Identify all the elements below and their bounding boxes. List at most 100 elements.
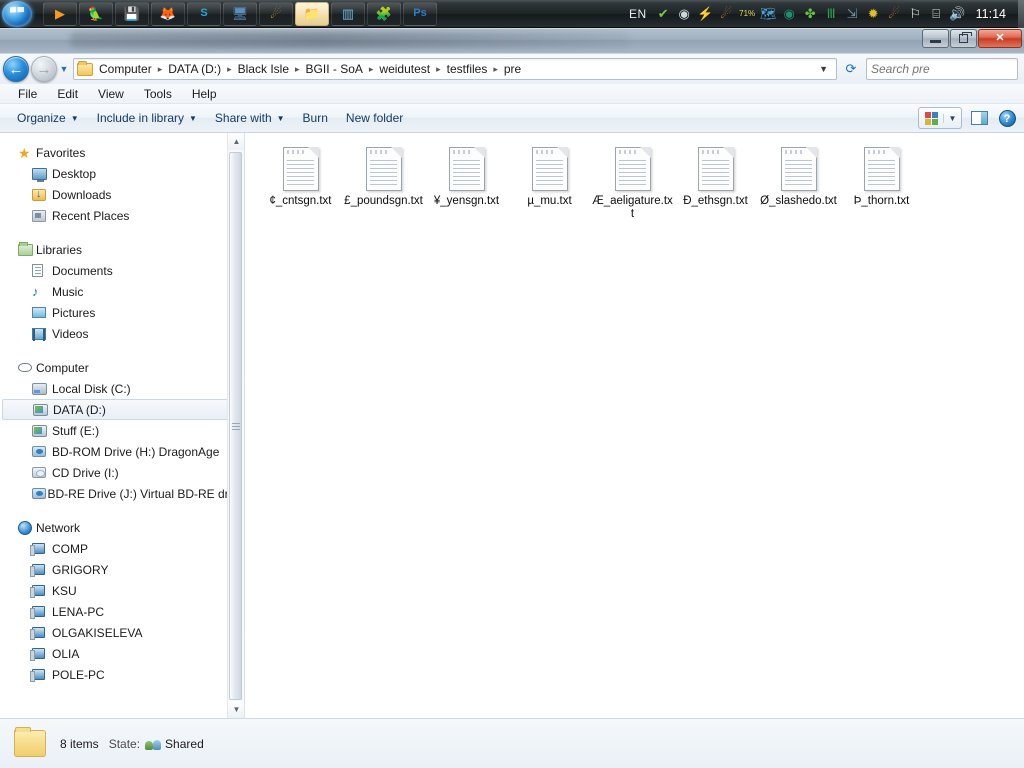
toolbar-new-folder-button[interactable]: New folder — [337, 107, 412, 129]
file-item[interactable]: Ð_ethsgn.txt — [674, 141, 757, 229]
sidebar-item-local-disk-c[interactable]: Local Disk (C:) — [0, 378, 244, 399]
refresh-button[interactable]: ⟳ — [840, 58, 862, 80]
sidebar-item-cd-drive-i[interactable]: CD Drive (I:) — [0, 462, 244, 483]
bee-tray-icon[interactable]: ✹ — [863, 2, 884, 26]
nav-header-favorites[interactable]: ★ Favorites — [0, 142, 244, 163]
close-button[interactable]: ✕ — [978, 29, 1022, 48]
scrollbar-thumb[interactable] — [229, 152, 242, 700]
sidebar-item-music[interactable]: ♪ Music — [0, 281, 244, 302]
restore-button[interactable] — [950, 29, 977, 48]
breadcrumb[interactable]: Computer ▸ DATA (D:) ▸ Black Isle ▸ BGII - SoA… — [73, 58, 837, 80]
address-dropdown-icon[interactable]: ▼ — [813, 64, 834, 74]
menu-edit[interactable]: Edit — [47, 87, 88, 101]
save-floppy-icon[interactable]: 💾 — [115, 1, 149, 26]
clock-tray-icon[interactable]: ◉ — [674, 2, 695, 26]
nav-header-computer[interactable]: Computer — [0, 357, 244, 378]
scroll-up-button[interactable]: ▲ — [228, 133, 244, 150]
toolbar-burn-button[interactable]: Burn — [294, 107, 337, 129]
history-dropdown-button[interactable]: ▼ — [57, 64, 71, 74]
sidebar-item-olgakiseleva[interactable]: OLGAKISELEVA — [0, 622, 244, 643]
flash-tray-icon[interactable]: ⚡ — [695, 2, 716, 26]
window-app-icon[interactable]: ▥ — [331, 1, 365, 26]
menu-tools[interactable]: Tools — [134, 87, 182, 101]
volume-tray-icon[interactable]: 🔊 — [947, 2, 968, 26]
battery-tray-icon[interactable]: 71% — [737, 2, 758, 26]
preview-pane-button[interactable] — [966, 107, 992, 129]
breadcrumb-item[interactable]: Computer — [97, 62, 154, 76]
comet-app-icon[interactable]: ☄ — [259, 1, 293, 26]
file-list-view[interactable]: ¢_cntsgn.txt £_poundsgn.txt ¥_yensgn.txt µ_… — [245, 133, 1024, 718]
sidebar-item-recent-places[interactable]: Recent Places — [0, 205, 244, 226]
sidebar-item-ksu[interactable]: KSU — [0, 580, 244, 601]
file-item[interactable]: Þ_thorn.txt — [840, 141, 923, 229]
scroll-down-button[interactable]: ▼ — [228, 701, 244, 718]
sidebar-item-desktop[interactable]: Desktop — [0, 163, 244, 184]
breadcrumb-item[interactable]: Black Isle — [236, 62, 291, 76]
skype-icon[interactable]: S — [187, 1, 221, 26]
breadcrumb-item[interactable]: testfiles — [445, 62, 490, 76]
breadcrumb-item[interactable]: BGII - SoA — [304, 62, 365, 76]
file-item[interactable]: µ_mu.txt — [508, 141, 591, 229]
breadcrumb-item[interactable]: DATA (D:) — [166, 62, 223, 76]
sidebar-item-downloads[interactable]: Downloads — [0, 184, 244, 205]
search-box[interactable]: ⌕ — [866, 58, 1024, 80]
usb-tray-icon[interactable]: ⇲ — [842, 2, 863, 26]
sidebar-item-stuff-e[interactable]: Stuff (E:) — [0, 420, 244, 441]
firefox-icon[interactable]: 🦊 — [151, 1, 185, 26]
comet-tray-icon[interactable]: ☄ — [716, 2, 737, 26]
language-indicator[interactable]: EN — [621, 7, 653, 21]
network-tray-icon[interactable]: ⌸ — [926, 2, 947, 26]
file-item[interactable]: £_poundsgn.txt — [342, 141, 425, 229]
minimize-button[interactable] — [922, 29, 949, 48]
parrot-app-icon[interactable]: 🦜 — [79, 1, 113, 26]
forward-button[interactable]: → — [31, 56, 57, 82]
toolbar-include-in-library-button[interactable]: Include in library ▼ — [88, 107, 206, 129]
breadcrumb-item[interactable]: pre — [502, 62, 523, 76]
sidebar-item-bd-rom-drive-h-dragonage[interactable]: BD-ROM Drive (H:) DragonAge — [0, 441, 244, 462]
sidebar-item-bd-re-drive-j-virtual-bd-re-drive[interactable]: BD-RE Drive (J:) Virtual BD-RE drive — [0, 483, 244, 504]
toolbar-share-with-button[interactable]: Share with ▼ — [206, 107, 294, 129]
sidebar-item-pole-pc[interactable]: POLE-PC — [0, 664, 244, 685]
file-item[interactable]: ¢_cntsgn.txt — [259, 141, 342, 229]
sidebar-item-lena-pc[interactable]: LENA-PC — [0, 601, 244, 622]
file-item[interactable]: Ø_slashedo.txt — [757, 141, 840, 229]
puzzle-app-icon[interactable]: 🧩 — [367, 1, 401, 26]
remote-desktop-icon[interactable]: 🖥 — [223, 1, 257, 26]
toolbar-organize-button[interactable]: Organize ▼ — [8, 107, 88, 129]
photoshop-icon[interactable]: Ps — [403, 1, 437, 26]
sidebar-item-comp[interactable]: COMP — [0, 538, 244, 559]
menu-file[interactable]: File — [8, 87, 47, 101]
shield-check-tray-icon[interactable]: ✔ — [653, 2, 674, 26]
sidebar-item-videos[interactable]: Videos — [0, 323, 244, 344]
disc-tray-icon[interactable]: ◉ — [779, 2, 800, 26]
title-bar[interactable]: ✕ — [0, 28, 1024, 54]
help-button[interactable]: ? — [996, 107, 1018, 129]
flag-tray-icon[interactable]: ⚐ — [905, 2, 926, 26]
media-player-icon[interactable]: ▶ — [43, 1, 77, 26]
file-item[interactable]: ¥_yensgn.txt — [425, 141, 508, 229]
clover-tray-icon[interactable]: ✤ — [800, 2, 821, 26]
sidebar-item-pictures[interactable]: Pictures — [0, 302, 244, 323]
file-item[interactable]: Æ_aeligature.txt — [591, 141, 674, 229]
view-dropdown-icon[interactable]: ▼ — [943, 113, 961, 123]
show-desktop-button[interactable] — [1018, 0, 1024, 28]
menu-help[interactable]: Help — [182, 87, 227, 101]
breadcrumb-item[interactable]: weidutest — [377, 62, 432, 76]
search-input[interactable] — [871, 62, 1024, 76]
sidebar-item-documents[interactable]: Documents — [0, 260, 244, 281]
nav-header-libraries[interactable]: Libraries — [0, 239, 244, 260]
start-button[interactable] — [2, 0, 32, 27]
explorer-icon[interactable]: 📁 — [295, 1, 329, 26]
sidebar-item-data-d[interactable]: DATA (D:) — [2, 399, 240, 420]
sidebar-item-grigory[interactable]: GRIGORY — [0, 559, 244, 580]
sidebar-item-olia[interactable]: OLIA — [0, 643, 244, 664]
menu-view[interactable]: View — [88, 87, 134, 101]
back-button[interactable]: ← — [3, 56, 29, 82]
change-view-button[interactable]: ▼ — [918, 107, 962, 129]
taskbar-clock[interactable]: 11:14 — [968, 7, 1016, 21]
nav-header-network[interactable]: Network — [0, 517, 244, 538]
monitor-tray-icon[interactable]: Ⅲ — [821, 2, 842, 26]
comet2-tray-icon[interactable]: ☄ — [884, 2, 905, 26]
map-tray-icon[interactable]: 🗺 — [758, 2, 779, 26]
navigation-scrollbar[interactable]: ▲ ▼ — [227, 133, 244, 718]
